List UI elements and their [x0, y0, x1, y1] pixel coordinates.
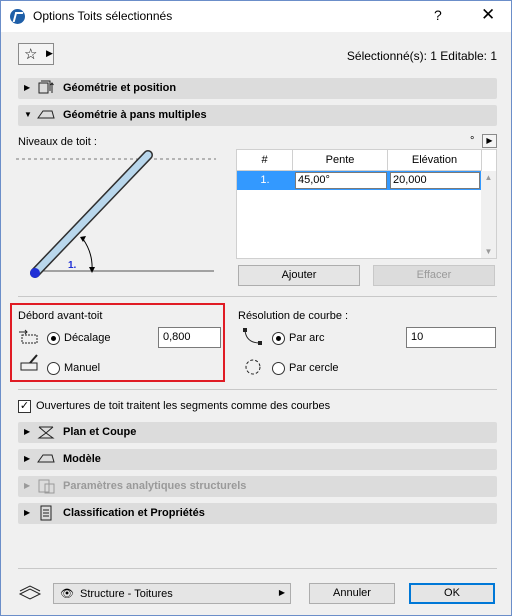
roof-levels-table: # Pente Elévation 1. 45,00° 20,000 ▲ ▼	[236, 149, 497, 259]
layer-dropdown[interactable]: 👁 Structure - Toitures ▶	[53, 583, 291, 604]
section-label: Géométrie à pans multiples	[63, 109, 207, 121]
arc-arrow-bottom	[89, 267, 95, 273]
levels-nav-button[interactable]: ▶	[482, 134, 497, 148]
dialog-window: Options Toits sélectionnés ? ✕ ☆ ▶ Sélec…	[0, 0, 512, 616]
roof-pitch-diagram: 1.	[16, 150, 216, 278]
divider	[18, 296, 497, 297]
column-header-pitch: Pente	[293, 150, 388, 171]
offset-eave-icon	[19, 329, 38, 344]
model-icon	[37, 451, 55, 467]
section-label: Plan et Coupe	[63, 426, 137, 438]
offset-value-input[interactable]: 0,800	[158, 327, 221, 348]
eaves-overhang-title: Débord avant-toit	[18, 310, 103, 322]
expand-arrow-icon: ▶	[24, 83, 31, 92]
multi-plane-roof-icon	[37, 107, 55, 123]
layer-value: Structure - Toitures	[80, 588, 173, 600]
delete-level-button[interactable]: Effacer	[373, 265, 495, 286]
triangle-right-icon: ▶	[278, 588, 285, 597]
by-circle-label: Par cercle	[289, 362, 339, 374]
geometry-position-icon	[37, 80, 55, 96]
section-structural-analytics[interactable]: ▶ Paramètres analytiques structurels	[18, 476, 497, 497]
circle-segment-icon	[245, 359, 261, 375]
ok-button[interactable]: OK	[409, 583, 495, 604]
table-row[interactable]: 1. 45,00° 20,000	[237, 171, 482, 190]
section-geometry-position[interactable]: ▶ Géométrie et position	[18, 78, 497, 99]
title-bar: Options Toits sélectionnés ? ✕	[1, 1, 511, 32]
cancel-button[interactable]: Annuler	[309, 583, 395, 604]
plan-section-icon	[37, 424, 55, 440]
section-plan-section[interactable]: ▶ Plan et Coupe	[18, 422, 497, 443]
favorites-button[interactable]: ☆ ▶	[18, 43, 54, 65]
pivot-point	[30, 268, 40, 278]
structural-analytics-icon	[37, 478, 55, 494]
star-icon: ☆	[24, 46, 38, 63]
section-classification[interactable]: ▶ Classification et Propriétés	[18, 503, 497, 524]
diagram-level-label: 1.	[68, 260, 77, 271]
expand-arrow-icon: ▶	[24, 427, 31, 436]
by-arc-value-input[interactable]: 10	[406, 327, 496, 348]
by-circle-radio[interactable]	[272, 362, 285, 375]
manual-label: Manuel	[64, 362, 101, 374]
expand-arrow-icon: ▶	[24, 454, 31, 463]
scroll-down-icon[interactable]: ▼	[481, 247, 496, 256]
angle-unit-label: °	[470, 135, 475, 147]
section-label: Paramètres analytiques structurels	[63, 480, 247, 492]
collapse-arrow-icon: ▼	[24, 110, 32, 119]
section-label: Modèle	[63, 453, 101, 465]
arc-segment-icon	[243, 328, 262, 345]
add-level-button[interactable]: Ajouter	[238, 265, 360, 286]
openings-curves-checkbox[interactable]: ✓	[18, 400, 31, 413]
offset-label: Décalage	[64, 332, 111, 344]
arc-arrow-top	[80, 236, 86, 242]
manual-radio[interactable]	[47, 362, 60, 375]
manual-eave-icon	[20, 354, 38, 371]
angle-arc	[82, 238, 93, 272]
by-arc-radio[interactable]	[272, 332, 285, 345]
by-arc-label: Par arc	[289, 332, 325, 344]
curve-resolution-title: Résolution de courbe :	[238, 310, 349, 322]
section-label: Géométrie et position	[63, 82, 177, 94]
section-label: Classification et Propriétés	[63, 507, 205, 519]
pitch-input[interactable]: 45,00°	[295, 172, 387, 189]
row-number: 1.	[260, 174, 270, 186]
divider	[18, 568, 497, 569]
column-header-number: #	[237, 150, 293, 171]
column-header-elevation: Elévation	[388, 150, 482, 171]
table-scrollbar[interactable]: ▲ ▼	[481, 171, 496, 258]
layer-icon	[18, 585, 42, 600]
scroll-up-icon[interactable]: ▲	[481, 173, 496, 182]
expand-arrow-icon: ▶	[24, 481, 31, 490]
section-multi-plane[interactable]: ▼ Géométrie à pans multiples	[18, 105, 497, 126]
eye-icon: 👁	[60, 588, 74, 600]
close-button[interactable]: ✕	[481, 5, 495, 25]
help-button[interactable]: ?	[434, 7, 442, 23]
openings-curves-label: Ouvertures de toit traitent les segments…	[36, 400, 331, 412]
divider	[18, 389, 497, 390]
expand-arrow-icon: ▶	[24, 508, 31, 517]
archicad-app-icon	[10, 9, 25, 24]
section-model[interactable]: ▶ Modèle	[18, 449, 497, 470]
offset-radio[interactable]	[47, 332, 60, 345]
triangle-right-icon: ▶	[486, 136, 493, 145]
selection-info: Sélectionné(s): 1 Editable: 1	[346, 49, 497, 63]
elevation-input[interactable]: 20,000	[390, 172, 480, 189]
roof-plane-fill	[31, 151, 152, 277]
triangle-right-icon: ▶	[46, 48, 53, 58]
window-title: Options Toits sélectionnés	[33, 9, 173, 23]
classification-icon	[37, 505, 55, 521]
